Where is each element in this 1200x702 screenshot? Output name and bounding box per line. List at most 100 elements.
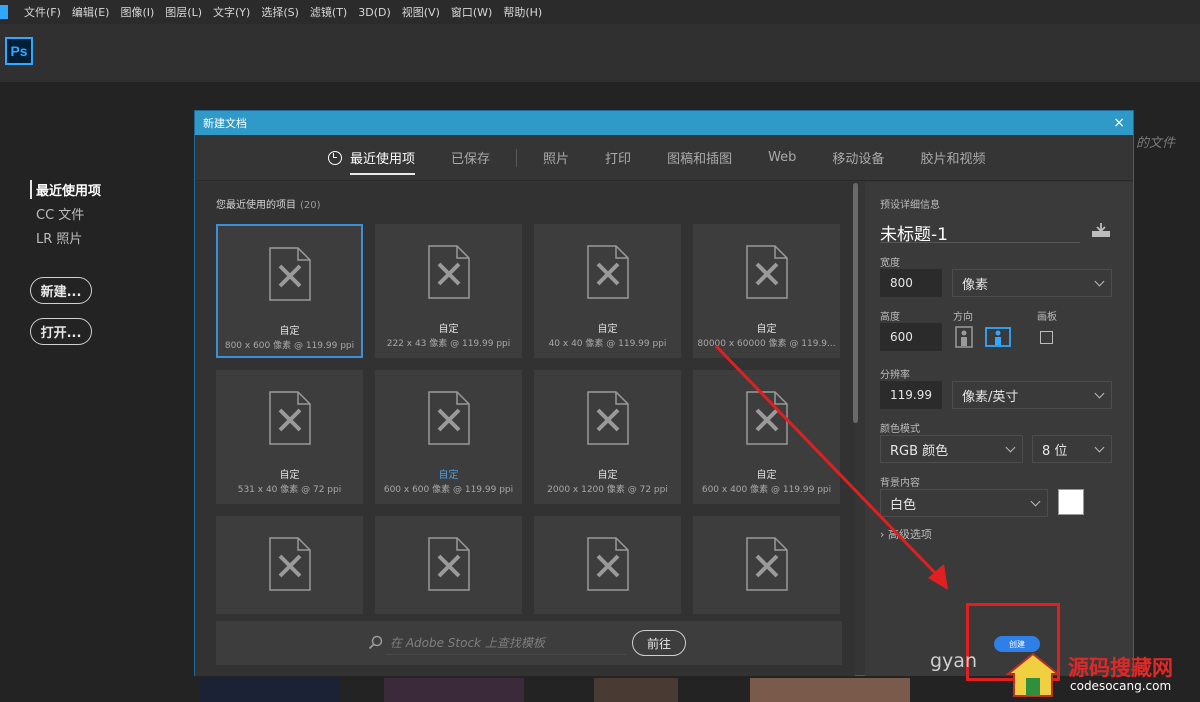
document-icon — [268, 391, 311, 445]
preset-card[interactable] — [375, 516, 522, 614]
menu-image[interactable]: 图像(I) — [120, 4, 154, 20]
preset-name: 自定 — [438, 324, 459, 335]
recent-count: (20) — [300, 200, 321, 211]
resolution-label: 分辨率 — [880, 370, 910, 381]
preset-name: 自定 — [438, 470, 459, 481]
recent-pane: 您最近使用的项目 (20) 自定 800 x 600 像素 @ 119.99 pp… — [195, 182, 855, 676]
name-underline — [880, 242, 1080, 243]
go-button[interactable]: 前往 — [632, 630, 686, 656]
menu-filter[interactable]: 滤镜(T) — [310, 4, 347, 20]
tab-print[interactable]: 打印 — [605, 135, 631, 181]
watermark-partial: gyan — [930, 650, 977, 672]
input-underline — [386, 654, 626, 655]
menu-bar: 文件(F) 编辑(E) 图像(I) 图层(L) 文字(Y) 选择(S) 滤镜(T… — [0, 0, 1200, 24]
menu-edit[interactable]: 编辑(E) — [72, 4, 110, 20]
menu-file[interactable]: 文件(F) — [24, 4, 61, 20]
preset-size: 531 x 40 像素 @ 72 ppi — [237, 485, 342, 495]
preset-name: 自定 — [756, 470, 777, 481]
preset-name: 自定 — [597, 324, 618, 335]
nav-lr-photos[interactable]: LR 照片 — [30, 228, 101, 247]
menu-window[interactable]: 窗口(W) — [451, 4, 492, 20]
preset-card[interactable]: 自定 800 x 600 像素 @ 119.99 ppi — [216, 224, 363, 358]
colormode-select[interactable]: RGB 颜色 — [880, 435, 1023, 463]
resolution-unit-value: 像素/英寸 — [962, 389, 1019, 405]
tab-photo[interactable]: 照片 — [543, 135, 569, 181]
preset-size: 80000 x 60000 像素 @ 119.9... — [697, 339, 836, 349]
recent-thumbnail[interactable] — [750, 678, 910, 702]
tab-web[interactable]: Web — [768, 135, 796, 181]
open-button[interactable]: 打开... — [30, 318, 92, 345]
menu-3d[interactable]: 3D(D) — [358, 6, 391, 19]
preset-card[interactable] — [693, 516, 840, 614]
preset-size: 40 x 40 像素 @ 119.99 ppi — [548, 339, 667, 349]
menu-view[interactable]: 视图(V) — [402, 4, 440, 20]
preset-card[interactable] — [534, 516, 681, 614]
height-input[interactable]: 600 — [880, 323, 942, 351]
recent-title-text: 您最近使用的项目 — [216, 200, 296, 211]
nav-recent[interactable]: 最近使用项 — [30, 180, 101, 199]
document-icon — [745, 537, 788, 591]
menu-layer[interactable]: 图层(L) — [165, 4, 202, 20]
preset-name: 自定 — [756, 324, 777, 335]
preset-card[interactable]: 自定 531 x 40 像素 @ 72 ppi — [216, 370, 363, 504]
recent-thumbnail[interactable] — [384, 678, 524, 702]
advanced-options-toggle[interactable]: › 高级选项 — [880, 526, 932, 542]
tab-mobile[interactable]: 移动设备 — [832, 135, 884, 181]
nav-cc-files[interactable]: CC 文件 — [30, 204, 101, 223]
save-preset-icon[interactable] — [1091, 222, 1111, 238]
recent-thumbnail[interactable] — [594, 678, 678, 702]
start-nav: 最近使用项 CC 文件 LR 照片 — [30, 180, 101, 252]
menu-type[interactable]: 文字(Y) — [213, 4, 250, 20]
chevron-down-icon — [1094, 388, 1105, 398]
menu-select[interactable]: 选择(S) — [261, 4, 299, 20]
document-icon — [268, 537, 311, 591]
tab-saved[interactable]: 已保存 — [451, 135, 490, 181]
close-icon[interactable]: × — [1113, 116, 1125, 130]
portrait-orientation-icon[interactable] — [953, 326, 975, 348]
new-button[interactable]: 新建... — [30, 277, 92, 304]
preset-size: 600 x 600 像素 @ 119.99 ppi — [383, 485, 514, 495]
preset-card[interactable]: 自定 40 x 40 像素 @ 119.99 ppi — [534, 224, 681, 358]
preset-card[interactable]: 自定 222 x 43 像素 @ 119.99 ppi — [375, 224, 522, 358]
site-watermark: 源码搜藏网 codesocang.com — [1002, 650, 1200, 702]
width-label: 宽度 — [880, 258, 900, 269]
resolution-input[interactable]: 119.99 — [880, 381, 942, 409]
colormode-value: RGB 颜色 — [890, 443, 949, 459]
document-icon — [586, 391, 629, 445]
grid-scrollbar[interactable] — [853, 183, 858, 423]
preset-card[interactable]: 自定 2000 x 1200 像素 @ 72 ppi — [534, 370, 681, 504]
bitdepth-select[interactable]: 8 位 — [1032, 435, 1112, 463]
chevron-right-icon: › — [880, 528, 885, 541]
preset-card[interactable]: 自定 80000 x 60000 像素 @ 119.9... — [693, 224, 840, 358]
height-label: 高度 — [880, 312, 900, 323]
menu-help[interactable]: 帮助(H) — [503, 4, 542, 20]
preset-size: 2000 x 1200 像素 @ 72 ppi — [547, 485, 668, 495]
preset-card[interactable]: 自定 600 x 600 像素 @ 119.99 ppi — [375, 370, 522, 504]
document-icon — [586, 537, 629, 591]
recent-thumbnail[interactable] — [200, 678, 340, 702]
clock-icon — [328, 150, 342, 165]
background-select[interactable]: 白色 — [880, 489, 1048, 517]
landscape-orientation-icon[interactable] — [985, 326, 1011, 348]
recent-files-heading: 的文件 — [1136, 136, 1176, 151]
chevron-down-icon — [1030, 496, 1041, 506]
tab-art-illustration[interactable]: 图稿和插图 — [667, 135, 732, 181]
document-icon — [427, 245, 470, 299]
search-icon — [368, 635, 383, 650]
preset-name: 自定 — [279, 470, 300, 481]
tab-recent[interactable]: 最近使用项 — [328, 135, 416, 181]
preset-name: 自定 — [279, 326, 300, 337]
preset-card[interactable]: 自定 600 x 400 像素 @ 119.99 ppi — [693, 370, 840, 504]
preset-card[interactable] — [216, 516, 363, 614]
tab-film-video[interactable]: 胶片和视频 — [920, 135, 985, 181]
preset-details-pane: 预设详细信息 未标题-1 宽度 800 像素 高度 600 方向 画板 分辨率 … — [865, 182, 1133, 676]
bitdepth-value: 8 位 — [1042, 443, 1068, 459]
colormode-label: 颜色模式 — [880, 424, 920, 435]
width-unit-select[interactable]: 像素 — [952, 269, 1112, 297]
width-input[interactable]: 800 — [880, 269, 942, 297]
resolution-unit-select[interactable]: 像素/英寸 — [952, 381, 1112, 409]
artboard-checkbox[interactable] — [1040, 331, 1053, 344]
orientation-label: 方向 — [953, 312, 973, 323]
background-color-swatch[interactable] — [1058, 489, 1084, 515]
stock-search-input[interactable]: 在 Adobe Stock 上查找模板 — [390, 634, 545, 651]
